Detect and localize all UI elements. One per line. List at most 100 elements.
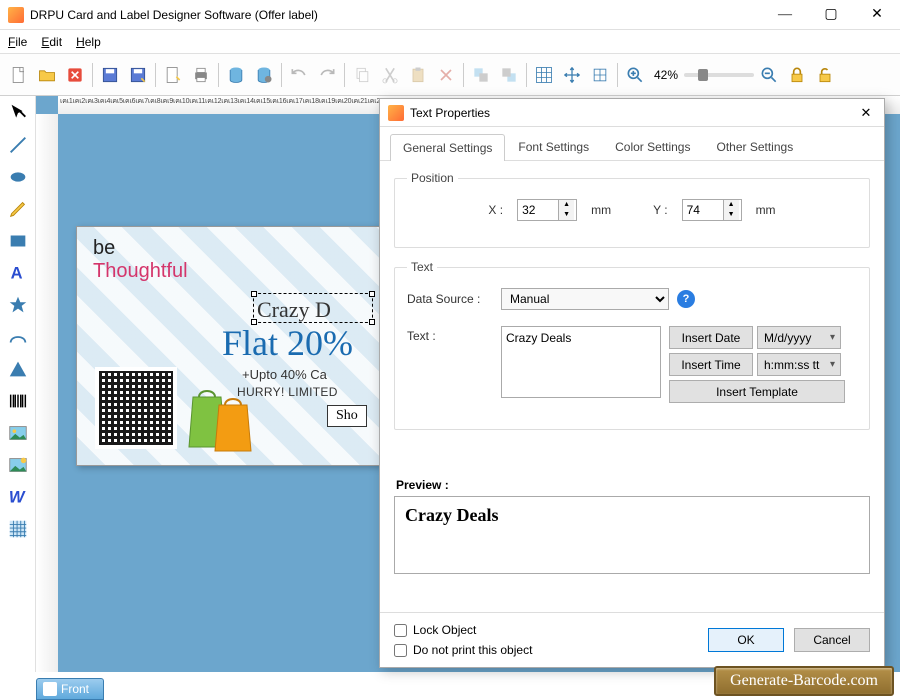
y-down-icon[interactable]: ▼ [724,210,739,220]
print-icon[interactable] [188,62,214,88]
shopping-bags-icon[interactable] [185,377,257,455]
ellipse-tool-icon[interactable] [5,164,31,190]
barcode-tool-icon[interactable] [5,388,31,414]
x-unit: mm [591,203,611,217]
x-up-icon[interactable]: ▲ [559,200,574,210]
insert-template-button[interactable]: Insert Template [669,380,845,403]
zoom-value: 42% [654,68,678,82]
zoom-slider[interactable] [684,73,754,77]
line-tool-icon[interactable] [5,132,31,158]
y-up-icon[interactable]: ▲ [724,200,739,210]
y-input[interactable] [683,200,723,220]
tab-other-settings[interactable]: Other Settings [703,133,806,160]
dialog-titlebar[interactable]: Text Properties ✕ [380,99,884,127]
send-back-icon[interactable] [496,62,522,88]
y-spinner[interactable]: ▲▼ [682,199,742,221]
ok-button[interactable]: OK [708,628,784,652]
cut-icon[interactable] [377,62,403,88]
dialog-tabs: General Settings Font Settings Color Set… [380,127,884,161]
zoom-out-icon[interactable] [756,62,782,88]
data-source-select[interactable]: Manual [501,288,669,310]
data-source-label: Data Source : [407,292,493,306]
tab-front[interactable]: Front [36,678,104,700]
x-input[interactable] [518,200,558,220]
copy-icon[interactable] [349,62,375,88]
lock-object-checkbox[interactable]: Lock Object [394,623,532,637]
database-settings-icon[interactable] [251,62,277,88]
resize-icon[interactable] [587,62,613,88]
maximize-button[interactable]: ▢ [808,0,854,30]
close-file-icon[interactable] [62,62,88,88]
unlock-icon[interactable] [812,62,838,88]
paste-icon[interactable] [405,62,431,88]
menu-file[interactable]: File [8,35,27,49]
text-tool-icon[interactable]: A [5,260,31,286]
y-label: Y : [653,203,667,217]
dialog-icon [388,105,404,121]
menu-help[interactable]: Help [76,35,101,49]
preview-box: Crazy Deals [394,496,870,574]
logo-text[interactable]: be Thoughtful [93,237,188,283]
headline-text[interactable]: Crazy D [257,297,331,323]
time-format-select[interactable]: h:mm:ss tt [757,353,841,376]
text-label: Text : [407,326,493,343]
save-as-icon[interactable] [125,62,151,88]
triangle-tool-icon[interactable] [5,356,31,382]
page-icon [43,682,57,696]
page-tabs: Front [36,674,104,700]
discount-text[interactable]: Flat 20% [222,322,353,364]
rect-tool-icon[interactable] [5,228,31,254]
date-format-select[interactable]: M/d/yyyy [757,326,841,349]
title-bar: DRPU Card and Label Designer Software (O… [0,0,900,30]
insert-date-button[interactable]: Insert Date [669,326,753,349]
svg-text:W: W [8,489,25,507]
wordart-tool-icon[interactable]: W [5,484,31,510]
window-title: DRPU Card and Label Designer Software (O… [30,8,762,22]
help-icon[interactable]: ? [677,290,695,308]
label-canvas[interactable]: be Thoughtful Crazy D Flat 20% +Upto 40%… [76,226,381,466]
database-icon[interactable] [223,62,249,88]
new-icon[interactable] [6,62,32,88]
move-icon[interactable] [559,62,585,88]
insert-time-button[interactable]: Insert Time [669,353,753,376]
zoom-in-icon[interactable] [622,62,648,88]
tab-color-settings[interactable]: Color Settings [602,133,703,160]
bring-front-icon[interactable] [468,62,494,88]
x-label: X : [488,203,503,217]
dialog-close-button[interactable]: ✕ [856,103,876,123]
cancel-button[interactable]: Cancel [794,628,870,652]
ruler-vertical [36,114,58,672]
qr-code[interactable] [95,367,177,449]
y-unit: mm [756,203,776,217]
pattern-tool-icon[interactable] [5,516,31,542]
watermark: Generate-Barcode.com [714,666,894,696]
pointer-tool-icon[interactable] [5,100,31,126]
grid-icon[interactable] [531,62,557,88]
star-tool-icon[interactable] [5,292,31,318]
x-down-icon[interactable]: ▼ [559,210,574,220]
tab-font-settings[interactable]: Font Settings [505,133,602,160]
image-tool-icon[interactable] [5,420,31,446]
no-print-checkbox[interactable]: Do not print this object [394,643,532,657]
open-icon[interactable] [34,62,60,88]
minimize-button[interactable]: — [762,0,808,30]
close-button[interactable]: ✕ [854,0,900,30]
tab-general-settings[interactable]: General Settings [390,134,505,161]
gallery-tool-icon[interactable] [5,452,31,478]
undo-icon[interactable] [286,62,312,88]
text-input[interactable] [501,326,661,398]
position-group: Position X : ▲▼ mm Y : ▲▼ mm [394,171,870,248]
text-legend: Text [407,260,437,274]
save-icon[interactable] [97,62,123,88]
shop-button[interactable]: Sho [327,405,367,427]
tool-sidebar: A W [0,96,36,672]
pencil-tool-icon[interactable] [5,196,31,222]
lock-icon[interactable] [784,62,810,88]
properties-icon[interactable] [160,62,186,88]
x-spinner[interactable]: ▲▼ [517,199,577,221]
svg-text:A: A [10,265,22,283]
menu-edit[interactable]: Edit [41,35,62,49]
delete-icon[interactable] [433,62,459,88]
arc-tool-icon[interactable] [5,324,31,350]
redo-icon[interactable] [314,62,340,88]
